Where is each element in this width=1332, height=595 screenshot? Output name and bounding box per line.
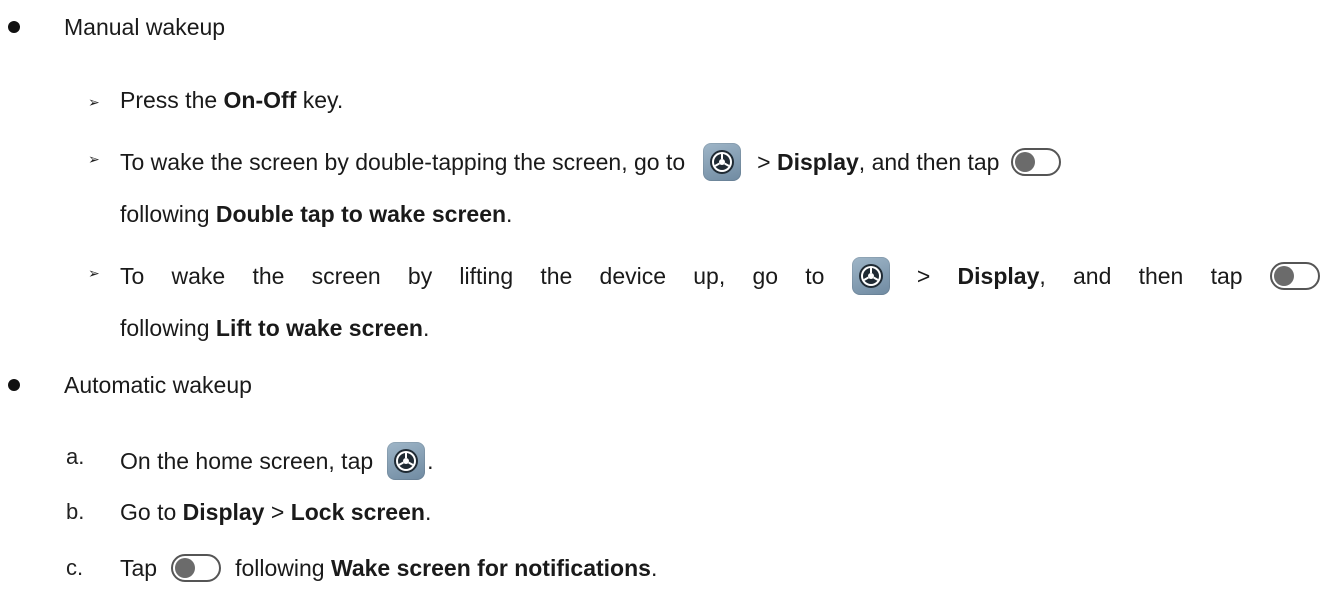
step-b-pre: Go to xyxy=(120,499,183,525)
item3-w10: go xyxy=(752,263,779,289)
arrow-marker-3: ➢ xyxy=(88,265,100,281)
step-c-label: c. xyxy=(66,555,84,580)
automatic-step-a: On the home screen, tap . xyxy=(120,442,434,480)
item3-w1: To xyxy=(120,263,145,289)
toggle-off-icon[interactable] xyxy=(1269,262,1320,290)
item3-menu: Display xyxy=(957,263,1040,289)
arrow-marker-2: ➢ xyxy=(88,151,100,167)
item2-line2-pre: following xyxy=(120,201,216,227)
item2-after: , and then tap xyxy=(858,149,1000,175)
toggle-knob xyxy=(1015,152,1036,172)
section-title-automatic: Automatic wakeup xyxy=(64,370,252,400)
step-a-post: . xyxy=(427,448,434,474)
automatic-step-c: Tap following Wake screen for notificati… xyxy=(120,553,657,583)
item3-w2: wake xyxy=(171,263,226,289)
item3-w11: to xyxy=(805,263,825,289)
toggle-knob xyxy=(1273,266,1294,286)
step-c-setting: Wake screen for notifications xyxy=(330,555,651,581)
step-b-post: . xyxy=(424,499,432,525)
bullet-dot-automatic xyxy=(8,379,20,391)
manual-item-3-line-2: following Lift to wake screen. xyxy=(120,313,429,343)
manual-item-3-line-1: To wake the screen by lifting the device… xyxy=(120,257,1320,295)
step-a-label: a. xyxy=(66,444,85,469)
item2-line2-post: . xyxy=(506,201,513,227)
manual-item-1: Press the On-Off key. xyxy=(120,85,343,115)
item3-line2-pre: following xyxy=(120,315,216,341)
manual-item-2-line-1: To wake the screen by double-tapping the… xyxy=(120,143,1067,181)
item1-key: On-Off xyxy=(223,87,297,113)
item3-w5: by xyxy=(407,263,433,289)
step-b-menu2: Lock screen xyxy=(290,499,425,525)
item3-display-group: Display, xyxy=(958,261,1046,291)
item3-setting: Lift to wake screen xyxy=(215,315,423,341)
step-b-menu1: Display xyxy=(182,499,265,525)
item3-w4: screen xyxy=(311,263,381,289)
arrow-marker-1: ➢ xyxy=(88,94,100,110)
manual-item-2-line-2: following Double tap to wake screen. xyxy=(120,199,512,229)
automatic-step-b: Go to Display > Lock screen. xyxy=(120,497,431,527)
item1-pre: Press the xyxy=(120,87,224,113)
item2-setting: Double tap to wake screen xyxy=(215,201,507,227)
toggle-knob xyxy=(175,558,196,578)
item3-w7: the xyxy=(540,263,573,289)
settings-gear-icon[interactable] xyxy=(703,143,742,181)
toggle-off-icon[interactable] xyxy=(171,554,222,582)
settings-gear-icon[interactable] xyxy=(851,257,890,295)
automatic-title-text: Automatic wakeup xyxy=(64,372,252,398)
step-c-post: . xyxy=(650,555,658,581)
item2-pre: To wake the screen by double-tapping the… xyxy=(120,149,686,175)
item3-after-c: then xyxy=(1138,263,1184,289)
item3-line2-post: . xyxy=(422,315,430,341)
item3-after-b: and xyxy=(1072,263,1112,289)
item3-mid: > xyxy=(916,263,931,289)
step-b-sep: > xyxy=(264,499,291,525)
bullet-dot-manual xyxy=(8,21,20,33)
step-c-mid: following xyxy=(235,555,331,581)
item3-w6: lifting xyxy=(459,263,514,289)
item1-post: key. xyxy=(296,87,344,113)
toggle-off-icon[interactable] xyxy=(1011,148,1062,176)
step-b-label: b. xyxy=(66,499,85,524)
item3-w9: up, xyxy=(693,263,726,289)
item3-w8: device xyxy=(599,263,667,289)
item3-after-d: tap xyxy=(1210,263,1243,289)
item2-mid: > xyxy=(757,149,777,175)
settings-gear-icon[interactable] xyxy=(387,442,426,480)
step-c-pre: Tap xyxy=(120,555,158,581)
manual-title-text: Manual wakeup xyxy=(64,14,226,40)
step-a-pre: On the home screen, tap xyxy=(120,448,374,474)
item3-w3: the xyxy=(252,263,285,289)
section-title-manual: Manual wakeup xyxy=(64,12,225,42)
item2-menu: Display xyxy=(776,149,859,175)
item3-after-a: , xyxy=(1039,263,1046,289)
